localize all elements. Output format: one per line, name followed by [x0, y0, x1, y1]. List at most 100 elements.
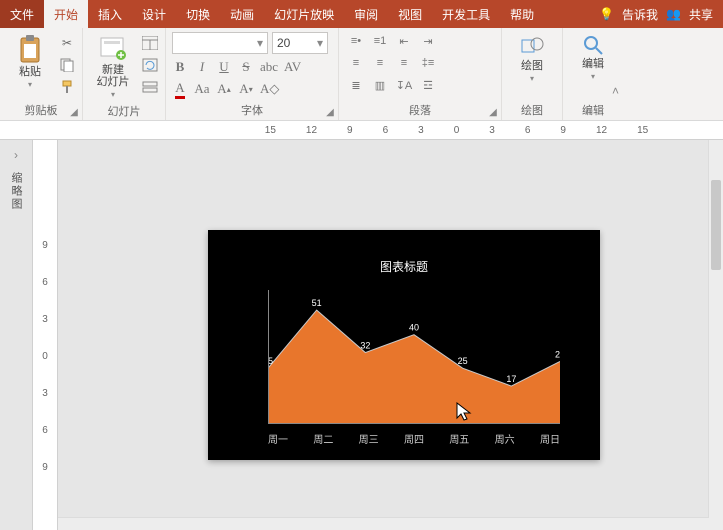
align-right-button[interactable]: ≡	[393, 54, 415, 72]
svg-text:32: 32	[360, 341, 370, 351]
indent-dec-button[interactable]: ⇤	[393, 32, 415, 50]
tell-me[interactable]: 告诉我	[622, 6, 658, 23]
new-slide-button[interactable]: 新建 幻灯片 ▾	[89, 32, 137, 101]
group-font: ▾ 20 ▾ B I U S abc AV A Aa A▴ A▾ A◇ 字体 ◢	[166, 28, 339, 120]
align-left-button[interactable]: ≡	[345, 54, 367, 72]
ruler-tick: 6	[525, 125, 531, 136]
group-label-editing: 编辑	[569, 100, 617, 118]
x-axis	[268, 423, 560, 424]
x-tick: 周三	[359, 431, 379, 446]
copy-button[interactable]	[58, 56, 76, 74]
share-button[interactable]: 共享	[689, 6, 713, 23]
bullets-button[interactable]: ≡•	[345, 32, 367, 50]
paste-label: 粘贴	[19, 66, 41, 78]
group-drawing: 绘图 ▾ 绘图	[502, 28, 563, 120]
chevron-right-icon[interactable]: ›	[14, 148, 18, 162]
font-name-combo[interactable]: ▾	[172, 32, 268, 54]
ruler-tick: 3	[42, 314, 48, 325]
tab-transitions[interactable]: 切换	[176, 0, 220, 28]
smartart-button[interactable]: ☲	[417, 76, 439, 94]
group-slides: 新建 幻灯片 ▾ 幻灯片	[83, 28, 166, 120]
section-button[interactable]	[141, 78, 159, 96]
ruler-tick: 9	[560, 125, 566, 136]
dialog-launcher-icon[interactable]: ◢	[324, 106, 336, 118]
group-editing: 编辑 ▾ 编辑 ˄	[563, 28, 623, 120]
shrink-font-button[interactable]: A▾	[238, 80, 254, 98]
italic-button[interactable]: I	[194, 58, 210, 76]
reset-icon	[142, 58, 158, 72]
ruler-tick: 3	[42, 388, 48, 399]
indent-inc-button[interactable]: ⇥	[417, 32, 439, 50]
svg-text:25: 25	[458, 356, 468, 366]
scrollbar-horizontal[interactable]	[58, 517, 709, 530]
copy-icon	[60, 58, 74, 72]
ruler-tick: 6	[42, 277, 48, 288]
cut-button[interactable]: ✂	[58, 34, 76, 52]
editing-button[interactable]: 编辑 ▾	[569, 32, 617, 83]
collapse-ribbon-icon[interactable]: ˄	[612, 84, 619, 98]
drawing-button[interactable]: 绘图 ▾	[508, 32, 556, 85]
columns-button[interactable]: ▥	[369, 76, 391, 94]
ruler-horizontal: 15 12 9 6 3 0 3 6 9 12 15	[0, 121, 723, 140]
slide-canvas[interactable]: 图表标题 25513240251728 周一 周二 周三 周四 周五 周六 周日	[58, 140, 723, 530]
shadow-button[interactable]: abc	[260, 58, 278, 76]
tab-slideshow[interactable]: 幻灯片放映	[264, 0, 344, 28]
font-size-combo[interactable]: 20 ▾	[272, 32, 328, 54]
dialog-launcher-icon[interactable]: ◢	[487, 106, 499, 118]
y-axis	[268, 290, 269, 424]
grow-font-button[interactable]: A▴	[216, 80, 232, 98]
ribbon-tabs: 文件 开始 插入 设计 切换 动画 幻灯片放映 审阅 视图 开发工具 帮助 💡 …	[0, 0, 723, 28]
lightbulb-icon: 💡	[599, 7, 614, 21]
layout-button[interactable]	[141, 34, 159, 52]
group-label-font: 字体	[172, 100, 332, 118]
brush-icon	[60, 80, 74, 94]
tab-home[interactable]: 开始	[44, 0, 88, 28]
dialog-launcher-icon[interactable]: ◢	[68, 106, 80, 118]
underline-button[interactable]: U	[216, 58, 232, 76]
ruler-tick: 15	[265, 125, 276, 136]
font-size-value: 20	[277, 36, 290, 50]
char-spacing-button[interactable]: AV	[284, 58, 301, 76]
slide[interactable]: 图表标题 25513240251728 周一 周二 周三 周四 周五 周六 周日	[208, 230, 600, 460]
x-axis-labels: 周一 周二 周三 周四 周五 周六 周日	[268, 431, 560, 446]
ruler-tick: 6	[42, 425, 48, 436]
font-color-button[interactable]: A	[172, 80, 188, 98]
change-case-button[interactable]: Aa	[194, 80, 210, 98]
group-label-paragraph: 段落	[345, 100, 495, 118]
drawing-label: 绘图	[521, 60, 543, 72]
tab-review[interactable]: 审阅	[344, 0, 388, 28]
justify-button[interactable]: ≣	[345, 76, 367, 94]
numbering-button[interactable]: ≡1	[369, 32, 391, 50]
chevron-down-icon: ▾	[317, 36, 323, 50]
bold-button[interactable]: B	[172, 58, 188, 76]
section-icon	[142, 80, 158, 94]
paste-button[interactable]: 粘贴 ▾	[6, 32, 54, 91]
align-center-button[interactable]: ≡	[369, 54, 391, 72]
scrollbar-thumb[interactable]	[711, 180, 721, 270]
ruler-tick: 12	[306, 125, 317, 136]
new-slide-icon	[99, 34, 127, 62]
chevron-down-icon: ▾	[530, 74, 534, 83]
ruler-tick: 0	[454, 125, 460, 136]
tab-dev[interactable]: 开发工具	[432, 0, 500, 28]
tab-view[interactable]: 视图	[388, 0, 432, 28]
clear-format-button[interactable]: A◇	[260, 80, 279, 98]
format-painter-button[interactable]	[58, 78, 76, 96]
reset-button[interactable]	[141, 56, 159, 74]
line-spacing-button[interactable]: ‡≡	[417, 54, 439, 72]
tab-file[interactable]: 文件	[0, 0, 44, 28]
group-label-slides: 幻灯片	[89, 101, 159, 119]
chart-plot: 25513240251728	[268, 290, 560, 424]
thumbnail-pane-collapsed[interactable]: › 缩略图	[0, 140, 33, 530]
tab-animations[interactable]: 动画	[220, 0, 264, 28]
scrollbar-vertical[interactable]	[708, 140, 723, 530]
text-direction-button[interactable]: ↧A	[393, 76, 415, 94]
tab-insert[interactable]: 插入	[88, 0, 132, 28]
x-tick: 周一	[268, 431, 288, 446]
thumbnail-label: 缩略图	[8, 172, 24, 211]
tab-design[interactable]: 设计	[132, 0, 176, 28]
strike-button[interactable]: S	[238, 58, 254, 76]
chevron-down-icon: ▾	[257, 36, 263, 50]
tab-help[interactable]: 帮助	[500, 0, 544, 28]
group-label-clipboard: 剪贴板	[6, 100, 76, 118]
